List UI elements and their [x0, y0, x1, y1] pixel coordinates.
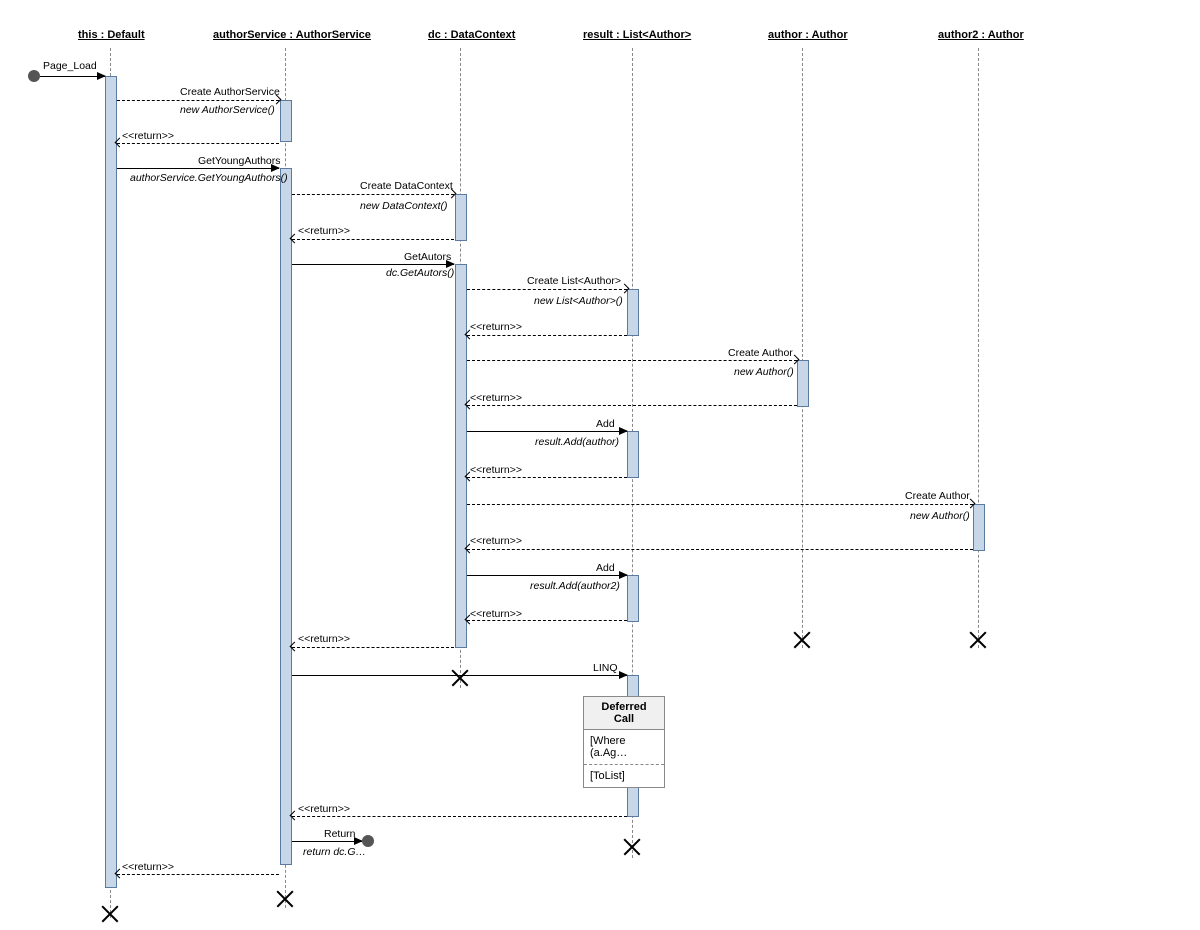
activation-result-1	[627, 289, 639, 336]
participant-dc: dc : DataContext	[420, 25, 523, 45]
destroy-dc	[451, 669, 469, 687]
deferred-where: [Where (a.Ag…	[584, 730, 664, 764]
arrow-return-4	[467, 405, 797, 406]
label-get-autors: GetAutors	[404, 251, 451, 263]
destroy-authorservice	[276, 890, 294, 908]
sequence-diagram: this : Default authorService : AuthorSer…	[10, 10, 1190, 920]
label-result-add-author2: result.Add(author2)	[530, 580, 620, 592]
arrow-return-2	[292, 239, 454, 240]
label-linq: LINQ	[593, 662, 618, 674]
arrow-create-author-2	[467, 504, 973, 505]
arrow-create-list-author	[467, 289, 627, 290]
participant-author: author : Author	[760, 25, 856, 45]
label-get-young-authors: GetYoungAuthors	[198, 155, 281, 167]
end-dot	[362, 835, 374, 847]
arrow-return-6	[467, 549, 973, 550]
label-return-8: <<return>>	[298, 633, 350, 645]
label-return-4: <<return>>	[470, 392, 522, 404]
participant-author2: author2 : Author	[930, 25, 1032, 45]
participant-result: result : List<Author>	[575, 25, 699, 45]
label-new-author: new Author()	[734, 366, 794, 378]
participant-this: this : Default	[70, 25, 153, 45]
arrow-get-young-authors	[117, 168, 279, 169]
arrow-get-autors	[292, 264, 454, 265]
activation-authorservice-1	[280, 100, 292, 142]
label-return-5: <<return>>	[470, 464, 522, 476]
activation-author-1	[797, 360, 809, 407]
arrow-add-2	[467, 575, 627, 576]
activation-author2-1	[973, 504, 985, 551]
arrow-return-7	[467, 620, 627, 621]
destroy-result	[623, 838, 641, 856]
arrow-return-5	[467, 477, 627, 478]
lifeline-author	[802, 48, 803, 648]
label-add-1: Add	[596, 418, 615, 430]
label-return-6: <<return>>	[470, 535, 522, 547]
label-return-3: <<return>>	[470, 321, 522, 333]
lifeline-author2	[978, 48, 979, 648]
start-dot	[28, 70, 40, 82]
label-return-1: <<return>>	[122, 130, 174, 142]
arrow-return-final-short	[292, 841, 362, 842]
label-create-author: Create Author	[728, 347, 793, 359]
arrow-return-1	[117, 143, 279, 144]
activation-authorservice-2	[280, 168, 292, 865]
label-create-list-author: Create List<Author>	[527, 275, 621, 287]
arrow-return-8	[292, 647, 454, 648]
label-result-add-author: result.Add(author)	[535, 436, 619, 448]
label-return-dc: return dc.G…	[303, 846, 366, 858]
label-return-word: Return	[324, 828, 356, 840]
label-create-authorservice: Create AuthorService	[180, 86, 280, 98]
deferred-call-box: Deferred Call [Where (a.Ag… [ToList]	[583, 696, 665, 788]
activation-result-2	[627, 431, 639, 478]
arrow-create-datacontext	[292, 194, 454, 195]
arrow-return-10	[117, 874, 279, 875]
destroy-this	[101, 905, 119, 923]
deferred-title: Deferred Call	[584, 697, 664, 730]
label-add-2: Add	[596, 562, 615, 574]
label-return-7: <<return>>	[470, 608, 522, 620]
label-return-9: <<return>>	[298, 803, 350, 815]
activation-this	[105, 76, 117, 888]
label-return-10: <<return>>	[122, 861, 174, 873]
activation-result-3	[627, 575, 639, 622]
activation-dc-2	[455, 264, 467, 648]
label-get-young-authors-call: authorService.GetYoungAuthors()	[130, 172, 288, 184]
arrow-page-load	[40, 76, 105, 77]
label-page-load: Page_Load	[43, 60, 97, 72]
activation-dc-1	[455, 194, 467, 241]
label-new-author-2: new Author()	[910, 510, 970, 522]
label-dc-getautors: dc.GetAutors()	[386, 267, 454, 279]
deferred-tolist: [ToList]	[584, 765, 664, 787]
label-create-author-2: Create Author	[905, 490, 970, 502]
label-create-datacontext: Create DataContext	[360, 180, 453, 192]
arrow-return-9	[292, 816, 627, 817]
label-return-2: <<return>>	[298, 225, 350, 237]
label-new-authorservice: new AuthorService()	[180, 104, 275, 116]
destroy-author	[793, 631, 811, 649]
participant-authorservice: authorService : AuthorService	[205, 25, 379, 45]
destroy-author2	[969, 631, 987, 649]
label-new-list-author: new List<Author>()	[534, 295, 623, 307]
arrow-create-authorservice	[117, 100, 279, 101]
label-new-datacontext: new DataContext()	[360, 200, 448, 212]
arrow-create-author	[467, 360, 797, 361]
arrow-return-3	[467, 335, 627, 336]
arrow-add-1	[467, 431, 627, 432]
